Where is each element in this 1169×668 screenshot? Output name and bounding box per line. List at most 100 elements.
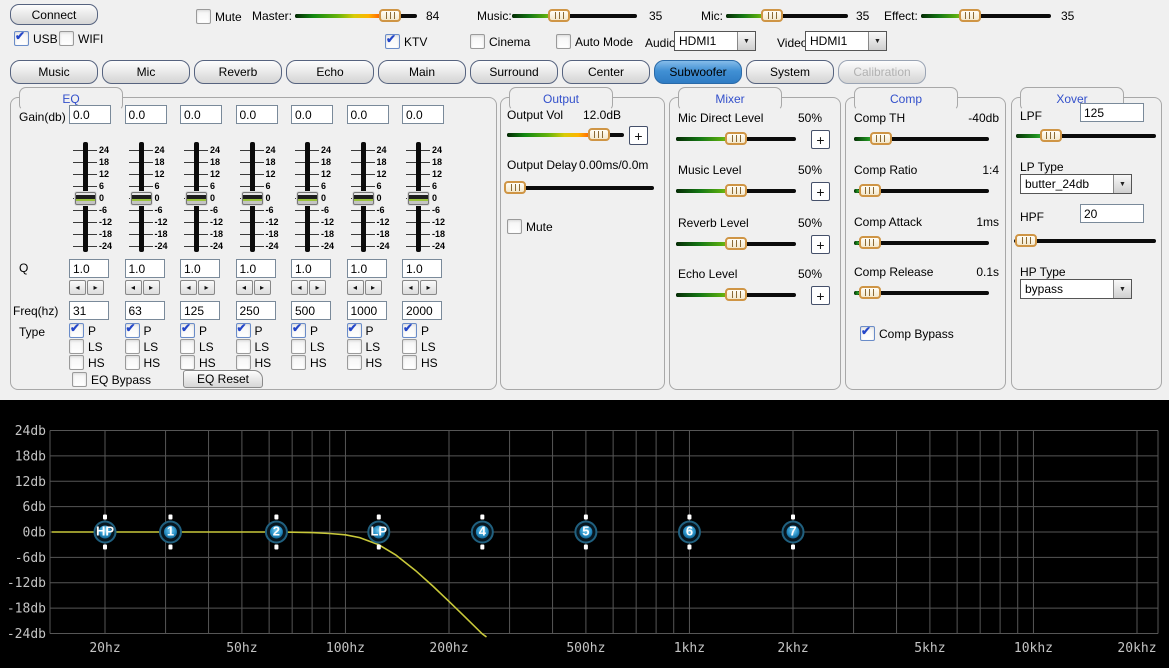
slider-knob[interactable] <box>725 237 747 250</box>
marker-1[interactable]: 1 <box>160 515 181 550</box>
output-mute-checkbox[interactable]: Mute <box>507 219 553 234</box>
slider-knob[interactable] <box>379 9 401 22</box>
freq-input[interactable] <box>180 301 220 320</box>
cinema-checkbox[interactable]: Cinema <box>470 34 530 49</box>
tab-subwoofer[interactable]: Subwoofer <box>654 60 742 84</box>
type-ls-checkbox[interactable]: LS <box>125 339 159 354</box>
mixer-level-slider[interactable] <box>676 184 796 198</box>
mixer-level-slider[interactable] <box>676 132 796 146</box>
type-p-checkbox[interactable]: P <box>236 323 263 338</box>
fader-handle[interactable] <box>75 192 96 205</box>
slider-knob[interactable] <box>1015 234 1037 247</box>
tab-center[interactable]: Center <box>562 60 650 84</box>
slider-knob[interactable] <box>725 184 747 197</box>
tab-surround[interactable]: Surround <box>470 60 558 84</box>
type-p-checkbox[interactable]: P <box>125 323 152 338</box>
master-slider[interactable] <box>295 9 417 23</box>
arrow-right-icon[interactable]: ▸ <box>143 280 160 295</box>
comp-bypass-checkbox[interactable]: Comp Bypass <box>860 326 954 341</box>
mixer-increase-button[interactable]: + <box>811 286 830 305</box>
type-ls-checkbox[interactable]: LS <box>236 339 270 354</box>
type-hs-checkbox[interactable]: HS <box>347 355 383 370</box>
fader-handle[interactable] <box>242 192 263 205</box>
gain-fader[interactable]: 24181260-6-12-18-24 <box>125 138 181 256</box>
tab-reverb[interactable]: Reverb <box>194 60 282 84</box>
mixer-increase-button[interactable]: + <box>811 182 830 201</box>
hpf-input[interactable] <box>1080 204 1144 223</box>
q-input[interactable] <box>69 259 109 278</box>
q-input[interactable] <box>347 259 387 278</box>
hp-type-select[interactable]: bypass ▼ <box>1020 279 1132 299</box>
arrow-left-icon[interactable]: ◂ <box>402 280 419 295</box>
arrow-right-icon[interactable]: ▸ <box>198 280 215 295</box>
type-hs-checkbox[interactable]: HS <box>236 355 272 370</box>
gain-fader[interactable]: 24181260-6-12-18-24 <box>402 138 458 256</box>
lpf-input[interactable] <box>1080 103 1144 122</box>
gain-input[interactable] <box>125 105 167 124</box>
type-p-checkbox[interactable]: P <box>180 323 207 338</box>
auto-mode-checkbox[interactable]: Auto Mode <box>556 34 633 49</box>
q-input[interactable] <box>125 259 165 278</box>
gain-input[interactable] <box>69 105 111 124</box>
type-hs-checkbox[interactable]: HS <box>291 355 327 370</box>
arrow-left-icon[interactable]: ◂ <box>236 280 253 295</box>
gain-fader[interactable]: 24181260-6-12-18-24 <box>69 138 125 256</box>
slider-knob[interactable] <box>725 288 747 301</box>
type-hs-checkbox[interactable]: HS <box>402 355 438 370</box>
gain-input[interactable] <box>236 105 278 124</box>
lpf-slider[interactable] <box>1016 129 1156 143</box>
arrow-right-icon[interactable]: ▸ <box>420 280 437 295</box>
arrow-left-icon[interactable]: ◂ <box>180 280 197 295</box>
wifi-checkbox[interactable]: WIFI <box>59 31 103 46</box>
arrow-left-icon[interactable]: ◂ <box>347 280 364 295</box>
freq-input[interactable] <box>402 301 442 320</box>
q-input[interactable] <box>236 259 276 278</box>
gain-input[interactable] <box>347 105 389 124</box>
tab-system[interactable]: System <box>746 60 834 84</box>
type-ls-checkbox[interactable]: LS <box>69 339 103 354</box>
freq-input[interactable] <box>347 301 387 320</box>
hpf-slider[interactable] <box>1014 234 1156 248</box>
arrow-right-icon[interactable]: ▸ <box>254 280 271 295</box>
tab-echo[interactable]: Echo <box>286 60 374 84</box>
connect-button[interactable]: Connect <box>10 4 98 25</box>
mic-slider[interactable] <box>726 9 848 23</box>
music-slider[interactable] <box>512 9 637 23</box>
gain-input[interactable] <box>402 105 444 124</box>
comp-param-slider[interactable] <box>854 184 989 198</box>
gain-input[interactable] <box>180 105 222 124</box>
gain-fader[interactable]: 24181260-6-12-18-24 <box>347 138 403 256</box>
output-vol-increase-button[interactable]: + <box>629 126 648 145</box>
slider-knob[interactable] <box>859 236 881 249</box>
type-hs-checkbox[interactable]: HS <box>69 355 105 370</box>
slider-knob[interactable] <box>725 132 747 145</box>
comp-param-slider[interactable] <box>854 286 989 300</box>
arrow-right-icon[interactable]: ▸ <box>87 280 104 295</box>
slider-knob[interactable] <box>870 132 892 145</box>
fader-handle[interactable] <box>297 192 318 205</box>
slider-knob[interactable] <box>504 181 526 194</box>
arrow-right-icon[interactable]: ▸ <box>365 280 382 295</box>
lp-type-select[interactable]: butter_24db ▼ <box>1020 174 1132 194</box>
gain-fader[interactable]: 24181260-6-12-18-24 <box>236 138 292 256</box>
slider-knob[interactable] <box>859 286 881 299</box>
type-ls-checkbox[interactable]: LS <box>347 339 381 354</box>
mute-checkbox[interactable]: Mute <box>196 9 242 24</box>
arrow-right-icon[interactable]: ▸ <box>309 280 326 295</box>
arrow-left-icon[interactable]: ◂ <box>291 280 308 295</box>
slider-track[interactable] <box>504 186 654 190</box>
mixer-level-slider[interactable] <box>676 288 796 302</box>
video-select[interactable]: HDMI1 ▼ <box>805 31 887 51</box>
q-input[interactable] <box>180 259 220 278</box>
type-p-checkbox[interactable]: P <box>69 323 96 338</box>
freq-input[interactable] <box>291 301 331 320</box>
type-ls-checkbox[interactable]: LS <box>291 339 325 354</box>
usb-checkbox[interactable]: USB <box>14 31 58 46</box>
gain-fader[interactable]: 24181260-6-12-18-24 <box>291 138 347 256</box>
eq-reset-button[interactable]: EQ Reset <box>183 370 263 388</box>
fader-handle[interactable] <box>131 192 152 205</box>
output-vol-slider[interactable] <box>507 128 624 142</box>
type-ls-checkbox[interactable]: LS <box>180 339 214 354</box>
arrow-left-icon[interactable]: ◂ <box>69 280 86 295</box>
comp-param-slider[interactable] <box>854 132 989 146</box>
